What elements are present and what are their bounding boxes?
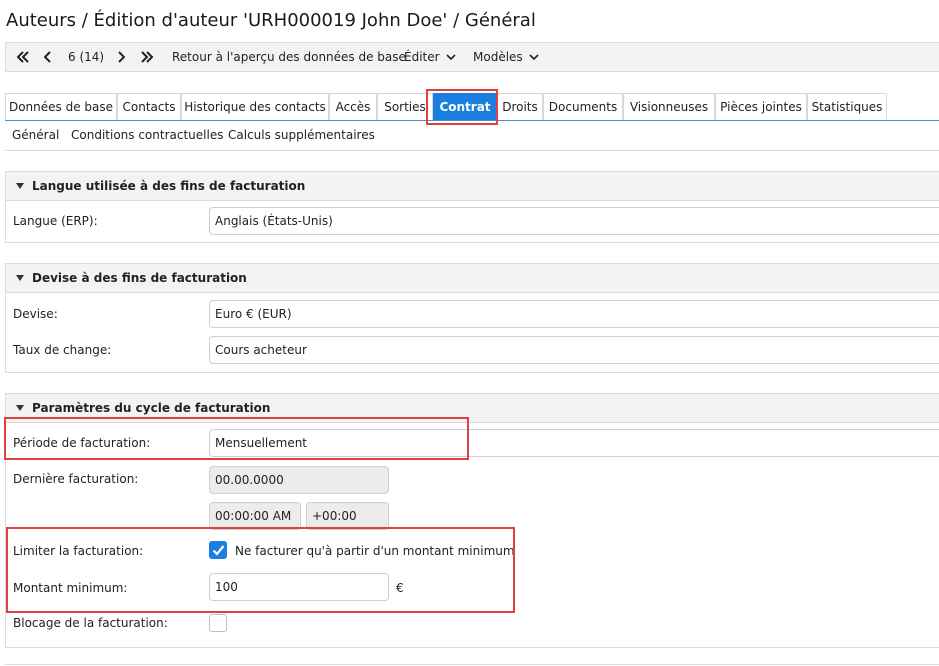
chevron-right-icon[interactable] <box>117 43 125 71</box>
last-billing-label: Dernière facturation: <box>13 472 139 486</box>
min-amount-label: Montant minimum: <box>13 581 128 595</box>
min-amount-input[interactable]: 100 <box>209 573 389 601</box>
subtab-calculs-supplementaires[interactable]: Calculs supplémentaires <box>228 128 375 142</box>
billing-cycle-section-header[interactable]: Paramètres du cycle de facturation <box>6 394 939 423</box>
caret-down-icon <box>16 182 24 189</box>
billing-block-label: Blocage de la facturation: <box>13 616 168 630</box>
language-label: Langue (ERP): <box>13 214 98 228</box>
currency-select[interactable]: Euro € (EUR) <box>209 300 939 328</box>
last-billing-date-field: 00.00.0000 <box>209 466 389 494</box>
caret-down-icon <box>16 274 24 281</box>
tab-sorties[interactable]: Sorties <box>377 93 433 120</box>
record-toolbar: 6 (14) Retour à l'aperçu des données de … <box>5 42 939 72</box>
currency-section-title: Devise à des fins de facturation <box>32 271 247 285</box>
chevron-down-icon <box>529 53 539 60</box>
billing-period-select[interactable]: Mensuellement <box>209 429 939 457</box>
double-chevron-left-icon[interactable] <box>16 43 30 71</box>
language-select[interactable]: Anglais (États-Unis) <box>209 207 939 235</box>
last-billing-timezone-field: +00:00 <box>306 502 389 530</box>
tab-contacts[interactable]: Contacts <box>117 93 181 120</box>
subtab-conditions-contractuelles[interactable]: Conditions contractuelles <box>71 128 223 142</box>
back-to-overview-link[interactable]: Retour à l'aperçu des données de base <box>172 43 406 71</box>
chevron-left-icon[interactable] <box>44 43 52 71</box>
language-section: Langue utilisée à des fins de facturatio… <box>5 171 939 243</box>
tab-statistiques[interactable]: Statistiques <box>807 93 887 120</box>
billing-block-checkbox[interactable] <box>209 614 227 632</box>
billing-period-label: Période de facturation: <box>13 436 151 450</box>
chevron-down-icon <box>445 53 456 60</box>
section-divider <box>5 664 939 665</box>
last-billing-time-field: 00:00:00 AM <box>209 502 301 530</box>
tab-droits[interactable]: Droits <box>497 93 543 120</box>
currency-section: Devise à des fins de facturation Devise:… <box>5 263 939 373</box>
tab-contrat[interactable]: Contrat <box>433 93 497 120</box>
edit-menu-label: Éditer <box>404 50 440 64</box>
page-title: Auteurs / Édition d'auteur 'URH000019 Jo… <box>6 10 536 31</box>
main-tabs: Données de base Contacts Historique des … <box>5 93 939 121</box>
tab-donnees-de-base[interactable]: Données de base <box>5 93 117 120</box>
exchange-rate-select[interactable]: Cours acheteur <box>209 336 939 364</box>
edit-menu-button[interactable]: Éditer <box>404 43 456 71</box>
billing-cycle-section: Paramètres du cycle de facturation Pério… <box>5 393 939 648</box>
caret-down-icon <box>16 404 24 411</box>
currency-label: Devise: <box>13 307 58 321</box>
templates-menu-label: Modèles <box>473 50 523 64</box>
language-section-title: Langue utilisée à des fins de facturatio… <box>32 179 306 193</box>
sub-tabs: Général Conditions contractuelles Calcul… <box>5 121 939 151</box>
tab-visionneuses[interactable]: Visionneuses <box>623 93 715 120</box>
currency-section-header[interactable]: Devise à des fins de facturation <box>6 264 939 293</box>
min-amount-currency: € <box>396 581 404 595</box>
billing-cycle-section-title: Paramètres du cycle de facturation <box>32 401 271 415</box>
limit-billing-checkbox[interactable] <box>209 541 227 559</box>
tab-acces[interactable]: Accès <box>329 93 377 120</box>
limit-billing-label: Limiter la facturation: <box>13 544 144 558</box>
checkmark-icon <box>212 545 225 556</box>
record-position: 6 (14) <box>68 50 105 64</box>
limit-billing-checkbox-label[interactable]: Ne facturer qu'à partir d'un montant min… <box>235 544 515 558</box>
tab-historique-des-contacts[interactable]: Historique des contacts <box>181 93 329 120</box>
language-section-header[interactable]: Langue utilisée à des fins de facturatio… <box>6 172 939 201</box>
templates-menu-button[interactable]: Modèles <box>473 43 539 71</box>
exchange-rate-label: Taux de change: <box>13 343 112 357</box>
tab-documents[interactable]: Documents <box>543 93 623 120</box>
subtab-general[interactable]: Général <box>12 128 59 142</box>
tab-pieces-jointes[interactable]: Pièces jointes <box>715 93 807 120</box>
double-chevron-right-icon[interactable] <box>140 43 154 71</box>
